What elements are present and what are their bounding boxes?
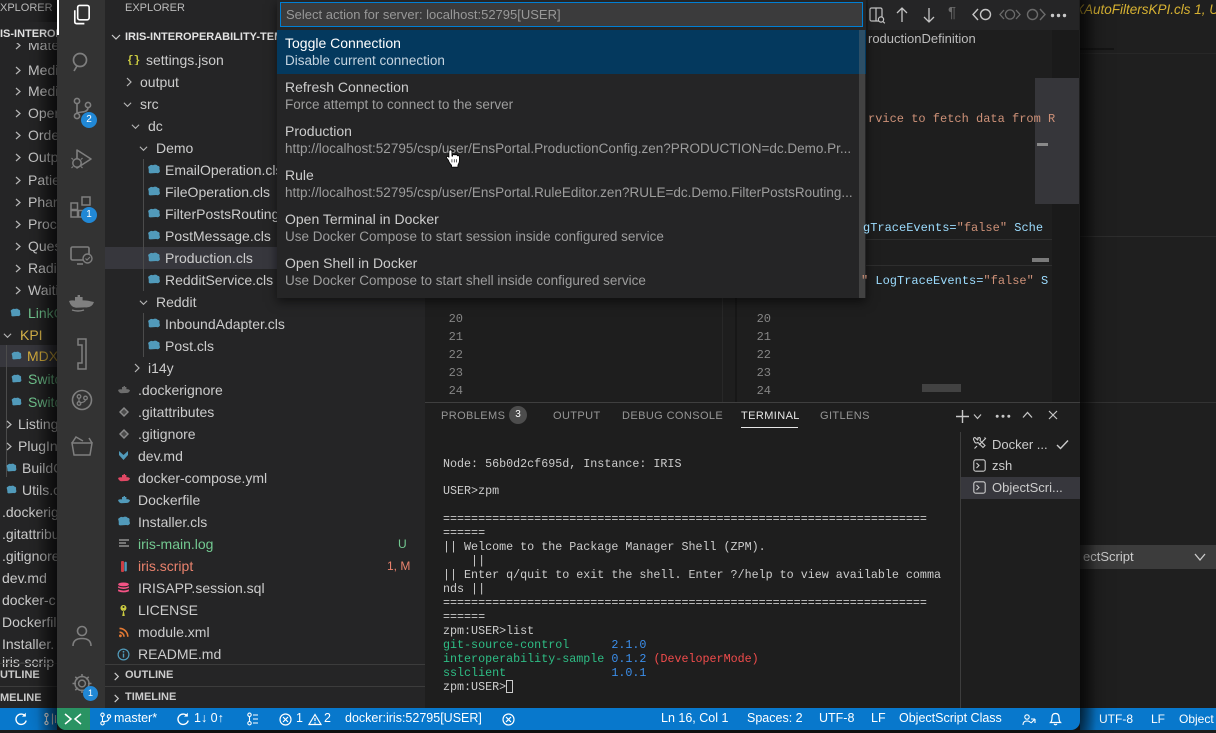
- svg-text:{}: {}: [127, 55, 140, 65]
